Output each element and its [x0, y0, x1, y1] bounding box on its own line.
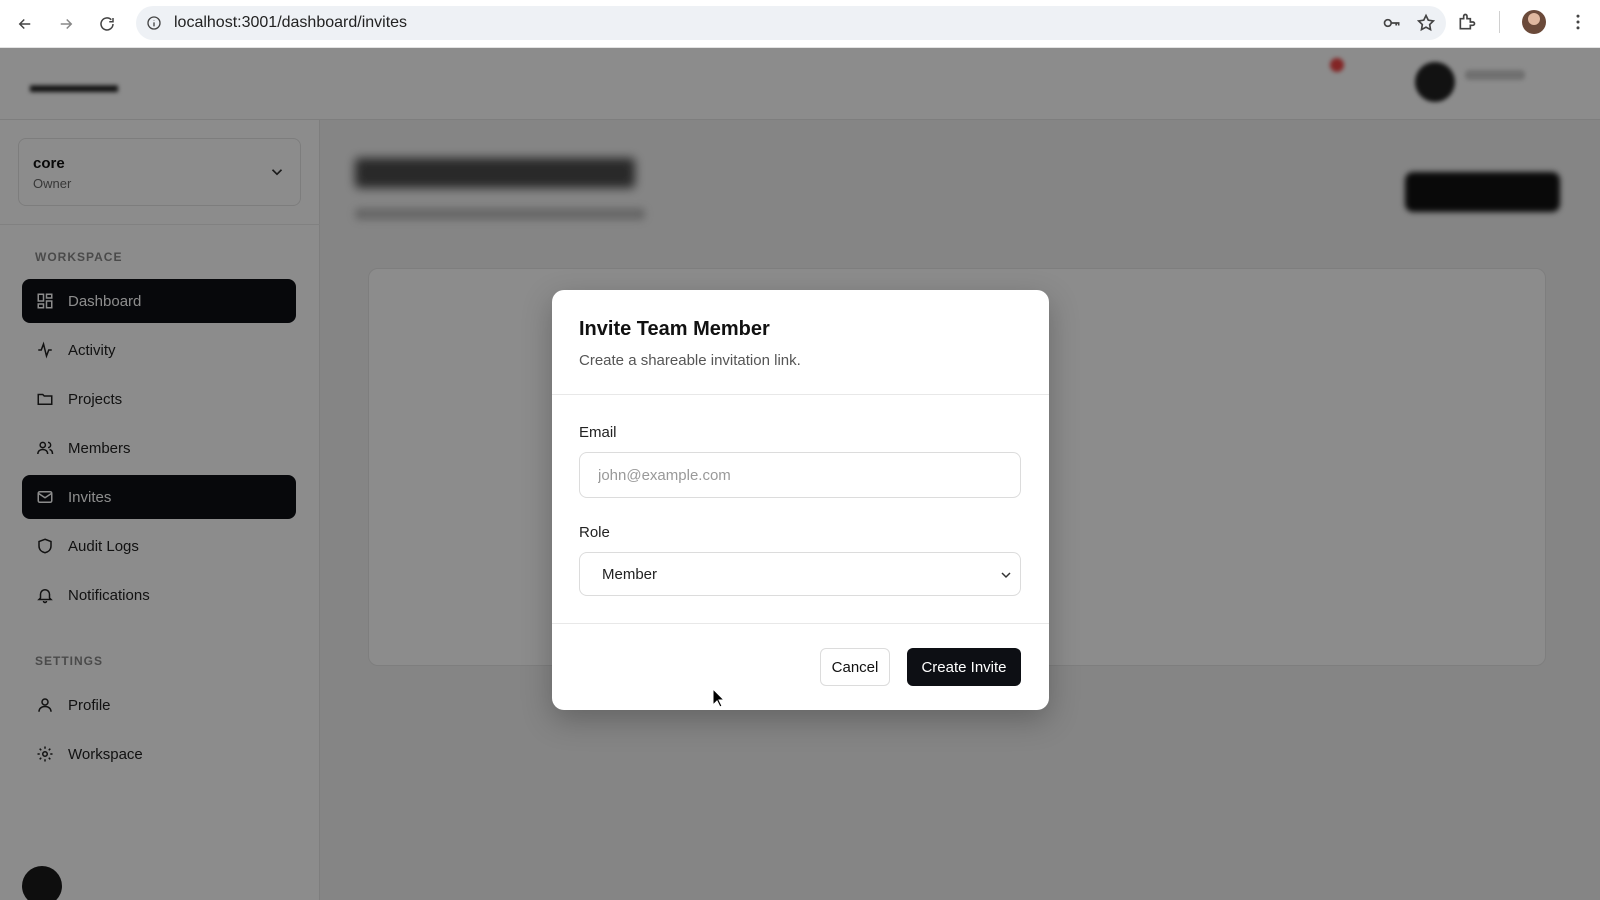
chevron-down-icon	[1001, 572, 1011, 579]
email-label: Email	[579, 424, 617, 441]
role-selected-value: Member	[602, 565, 658, 583]
url-text[interactable]: localhost:3001/dashboard/invites	[174, 14, 407, 32]
browser-toolbar: localhost:3001/dashboard/invites	[0, 0, 1600, 48]
key-icon[interactable]	[1382, 13, 1402, 33]
star-icon[interactable]	[1416, 13, 1436, 33]
browser-profile-avatar[interactable]	[1522, 10, 1546, 34]
reload-icon[interactable]	[91, 8, 123, 40]
forward-icon[interactable]	[50, 8, 82, 40]
extensions-icon[interactable]	[1457, 12, 1477, 32]
kebab-menu-icon[interactable]	[1568, 12, 1588, 32]
address-bar[interactable]: localhost:3001/dashboard/invites	[136, 6, 1446, 40]
create-invite-button[interactable]: Create Invite	[907, 648, 1021, 686]
mouse-cursor-icon	[712, 688, 726, 708]
email-field[interactable]	[579, 452, 1021, 498]
modal-title: Invite Team Member	[579, 318, 770, 340]
cancel-button[interactable]: Cancel	[820, 648, 890, 686]
role-label: Role	[579, 524, 610, 541]
back-icon[interactable]	[9, 8, 41, 40]
modal-description: Create a shareable invitation link.	[579, 352, 801, 369]
site-info-icon[interactable]	[146, 15, 162, 31]
modal-divider	[552, 394, 1049, 395]
toolbar-divider	[1499, 11, 1500, 33]
role-select[interactable]: Member	[579, 552, 1021, 596]
modal-footer-divider	[552, 623, 1049, 624]
invite-modal: Invite Team Member Create a shareable in…	[552, 290, 1049, 710]
